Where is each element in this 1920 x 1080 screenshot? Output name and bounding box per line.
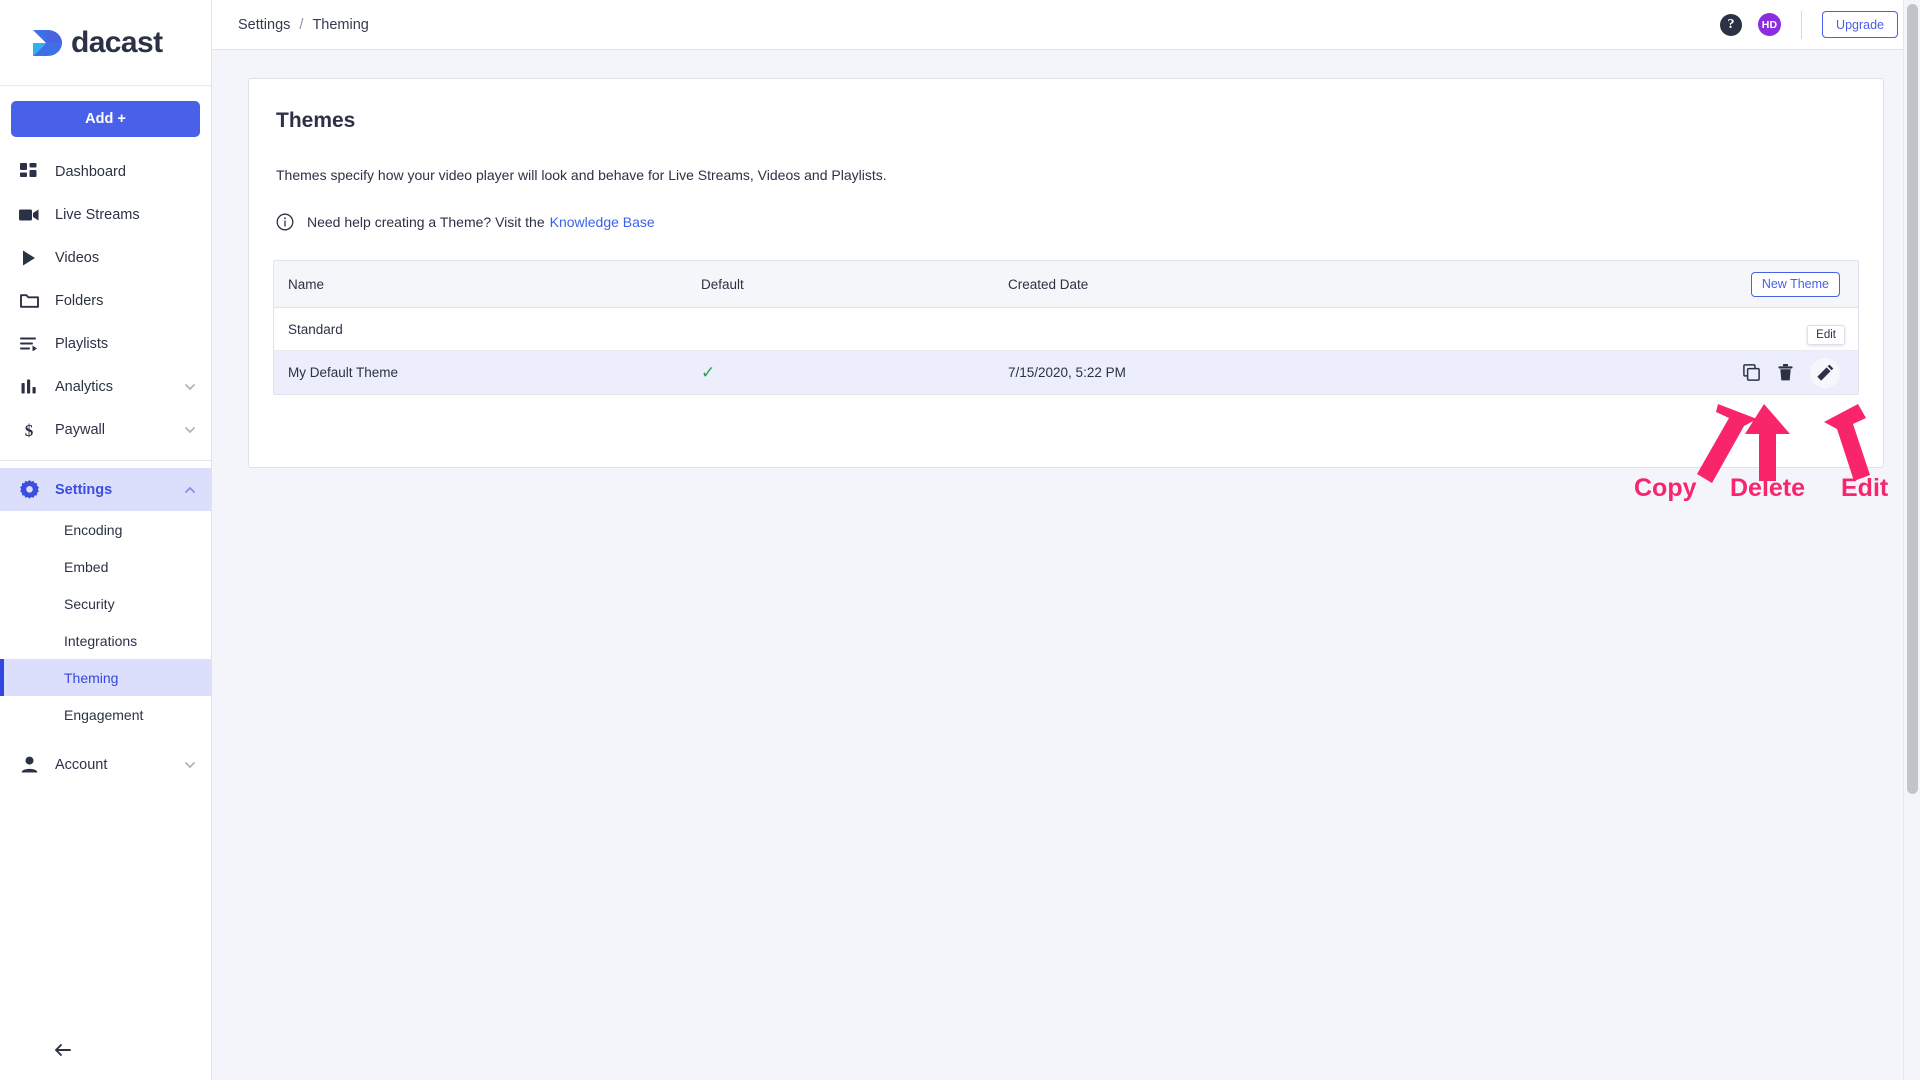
sidebar-item-account[interactable]: Account bbox=[0, 743, 211, 786]
play-icon bbox=[18, 247, 40, 269]
video-camera-icon bbox=[18, 204, 40, 226]
brand-name: dacast bbox=[71, 25, 163, 59]
breadcrumb-parent[interactable]: Settings bbox=[238, 17, 290, 33]
sidebar-item-dashboard[interactable]: Dashboard bbox=[0, 150, 211, 193]
page-title: Themes bbox=[276, 109, 356, 132]
chevron-down-icon bbox=[183, 758, 197, 772]
sidebar-item-label: Paywall bbox=[55, 421, 105, 438]
chevron-down-icon bbox=[183, 423, 197, 437]
cell-created-date: 7/15/2020, 5:22 PM bbox=[1008, 365, 1126, 380]
sidebar-item-security[interactable]: Security bbox=[0, 585, 211, 622]
breadcrumb-current: Theming bbox=[312, 16, 369, 33]
help-row: Need help creating a Theme? Visit the Kn… bbox=[273, 213, 1859, 231]
edit-tooltip: Edit bbox=[1807, 325, 1845, 345]
info-circle-icon bbox=[276, 213, 294, 231]
cell-default: ✓ bbox=[701, 362, 716, 382]
themes-card: Themes Themes specify how your video pla… bbox=[248, 78, 1884, 468]
dacast-logo-icon bbox=[30, 27, 64, 59]
themes-table: Name Default Created Date New Theme Stan… bbox=[273, 260, 1859, 395]
sidebar-item-label: Live Streams bbox=[55, 206, 140, 223]
playlist-icon bbox=[18, 333, 40, 355]
topbar: Settings / Theming ? HD Upgrade bbox=[212, 0, 1920, 50]
chevron-down-icon bbox=[183, 380, 197, 394]
dashboard-icon bbox=[18, 161, 40, 183]
arrow-left-icon bbox=[53, 1042, 73, 1063]
sidebar-subitem-label: Engagement bbox=[64, 706, 144, 723]
sidebar-item-videos[interactable]: Videos bbox=[0, 236, 211, 279]
sidebar-item-label: Settings bbox=[55, 481, 113, 498]
page-content: Themes Themes specify how your video pla… bbox=[212, 50, 1920, 1080]
table-header: Name Default Created Date New Theme bbox=[274, 261, 1858, 308]
column-header-created-date: Created Date bbox=[1008, 276, 1089, 292]
page-description: Themes specify how your video player wil… bbox=[276, 167, 887, 183]
sidebar-item-playlists[interactable]: Playlists bbox=[0, 322, 211, 365]
table-row[interactable]: My Default Theme ✓ 7/15/2020, 5:22 PM Ed… bbox=[274, 325, 1858, 394]
main-area: Settings / Theming ? HD Upgrade Themes T… bbox=[212, 0, 1920, 1080]
sidebar-item-engagement[interactable]: Engagement bbox=[0, 696, 211, 733]
add-button-wrap: Add + bbox=[0, 86, 211, 137]
sidebar-subitem-label: Encoding bbox=[64, 521, 123, 538]
sidebar-item-label: Analytics bbox=[55, 378, 114, 395]
person-icon bbox=[18, 754, 40, 776]
breadcrumb-separator: / bbox=[299, 16, 304, 33]
chevron-up-icon bbox=[183, 483, 197, 497]
sidebar-item-folders[interactable]: Folders bbox=[0, 279, 211, 322]
sidebar-item-label: Playlists bbox=[55, 335, 109, 352]
folder-icon bbox=[18, 290, 40, 312]
cell-name: Standard bbox=[288, 321, 343, 337]
new-theme-button[interactable]: New Theme bbox=[1750, 271, 1840, 297]
sidebar-subitem-label: Integrations bbox=[64, 632, 138, 649]
table-footer bbox=[273, 395, 1859, 433]
scrollbar-thumb[interactable] bbox=[1907, 4, 1918, 794]
help-text: Need help creating a Theme? Visit the bbox=[307, 214, 545, 230]
sidebar-item-label: Dashboard bbox=[55, 163, 126, 180]
edit-icon[interactable] bbox=[1810, 357, 1840, 388]
sidebar-item-settings[interactable]: Settings bbox=[0, 468, 211, 511]
bar-chart-icon bbox=[18, 376, 40, 398]
sidebar-item-paywall[interactable]: $ Paywall bbox=[0, 408, 211, 451]
breadcrumb: Settings / Theming bbox=[238, 17, 369, 33]
page-scrollbar[interactable] bbox=[1903, 0, 1920, 1080]
row-actions bbox=[1742, 357, 1840, 388]
sidebar-nav: Dashboard Live Streams Videos Folders Pl… bbox=[0, 150, 211, 786]
topbar-divider bbox=[1801, 10, 1803, 39]
add-button[interactable]: Add + bbox=[11, 101, 200, 137]
gear-icon bbox=[18, 479, 40, 501]
sidebar-item-label: Videos bbox=[55, 249, 100, 266]
sidebar-item-label: Folders bbox=[55, 292, 104, 309]
sidebar-divider bbox=[0, 460, 211, 461]
sidebar-collapse-button[interactable] bbox=[49, 1038, 77, 1066]
sidebar-item-analytics[interactable]: Analytics bbox=[0, 365, 211, 408]
brand-logo[interactable]: dacast bbox=[0, 0, 211, 86]
sidebar-item-label: Account bbox=[55, 756, 108, 773]
upgrade-button[interactable]: Upgrade bbox=[1822, 11, 1898, 38]
sidebar-item-embed[interactable]: Embed bbox=[0, 548, 211, 585]
column-header-default: Default bbox=[701, 276, 744, 292]
delete-icon[interactable] bbox=[1776, 364, 1794, 382]
sidebar-subitem-label: Security bbox=[64, 595, 115, 612]
copy-icon[interactable] bbox=[1742, 364, 1760, 382]
sidebar-subitem-label: Theming bbox=[64, 669, 119, 686]
knowledge-base-link[interactable]: Knowledge Base bbox=[550, 214, 655, 230]
avatar[interactable]: HD bbox=[1758, 13, 1782, 36]
table-row[interactable]: Standard bbox=[274, 308, 1858, 351]
dollar-icon: $ bbox=[18, 419, 40, 441]
sidebar-item-integrations[interactable]: Integrations bbox=[0, 622, 211, 659]
topbar-actions: ? HD Upgrade bbox=[1720, 10, 1898, 39]
sidebar-item-theming[interactable]: Theming bbox=[0, 659, 211, 696]
sidebar-item-live-streams[interactable]: Live Streams bbox=[0, 193, 211, 236]
question-mark-icon[interactable]: ? bbox=[1720, 13, 1743, 36]
svg-text:$: $ bbox=[25, 421, 34, 439]
sidebar: dacast Add + Dashboard Live Streams Vide… bbox=[0, 0, 212, 1080]
cell-name: My Default Theme bbox=[288, 365, 399, 380]
column-header-name: Name bbox=[288, 276, 325, 292]
sidebar-item-encoding[interactable]: Encoding bbox=[0, 511, 211, 548]
sidebar-subitem-label: Embed bbox=[64, 558, 109, 575]
